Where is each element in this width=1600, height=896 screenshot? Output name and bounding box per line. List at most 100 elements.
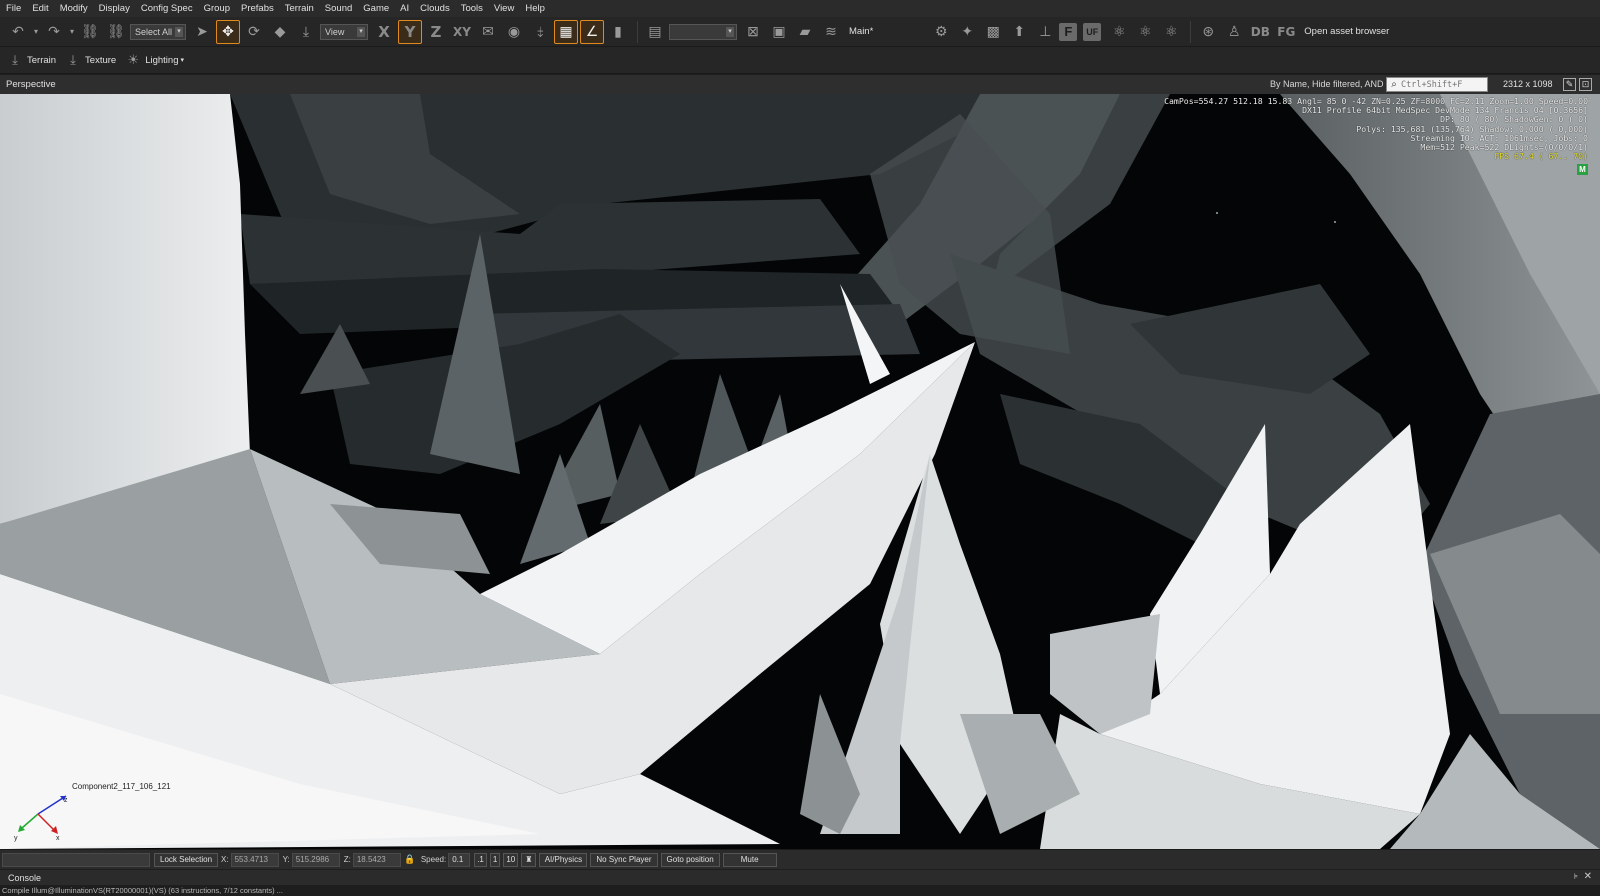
speed-preset-10[interactable]: 10: [503, 852, 519, 867]
search-filter-mode[interactable]: By Name, Hide filtered, AND: [1270, 79, 1384, 89]
menu-item-prefabs[interactable]: Prefabs: [241, 3, 274, 14]
view-combo-label: View: [325, 26, 345, 37]
vertical-ruler-icon[interactable]: ▮: [606, 20, 630, 44]
angle-snap-icon[interactable]: ∠: [580, 19, 604, 44]
export-icon[interactable]: ⬆: [1007, 20, 1031, 44]
viewport-title[interactable]: Perspective: [6, 79, 56, 90]
coordinate-system-combo[interactable]: View ▾: [320, 23, 368, 40]
menu-item-group[interactable]: Group: [204, 3, 230, 14]
mute-button[interactable]: Mute: [722, 852, 777, 867]
no-sync-player-button[interactable]: No Sync Player: [590, 852, 658, 867]
grid-snap-icon[interactable]: ▦: [554, 19, 578, 44]
terrain-snap-icon[interactable]: ✉: [476, 20, 500, 44]
menu-bar: File Edit Modify Display Config Spec Group Pre…: [0, 0, 1600, 17]
terrain-tool-button[interactable]: ⤓ Terrain: [6, 51, 56, 69]
menu-item-ai[interactable]: AI: [400, 3, 409, 14]
close-icon[interactable]: ✕: [1584, 871, 1592, 882]
open-asset-browser-button[interactable]: Open asset browser: [1304, 26, 1389, 37]
pin-icon[interactable]: ⊧: [1574, 872, 1578, 881]
axis-x-button[interactable]: X: [372, 20, 396, 44]
lifebuoy-icon[interactable]: ⊛: [1196, 20, 1220, 44]
texture-label: Texture: [85, 54, 117, 66]
texture-tool-button[interactable]: ⤓ Texture: [64, 51, 116, 69]
search-input[interactable]: [1401, 79, 1485, 90]
viewport-options-icon[interactable]: ✎: [1563, 78, 1576, 91]
simulate-icon[interactable]: ✦: [955, 20, 979, 44]
lighting-tool-button[interactable]: ☀ Lighting ▾: [124, 51, 184, 69]
m-badge: M: [1577, 164, 1588, 175]
speed-preset-1[interactable]: 1: [489, 852, 501, 867]
remove-selection-icon[interactable]: ⊠: [741, 20, 765, 44]
axis-xy-button[interactable]: XY: [450, 20, 474, 44]
database-button[interactable]: DB: [1248, 20, 1272, 44]
flowgraph-f-button[interactable]: F: [1059, 22, 1078, 41]
menu-item-game[interactable]: Game: [363, 3, 389, 14]
atom-settings-icon[interactable]: ⚛: [1133, 20, 1157, 44]
menu-item-tools[interactable]: Tools: [461, 3, 483, 14]
menu-item-modify[interactable]: Modify: [60, 3, 88, 14]
goto-position-button[interactable]: Goto position: [660, 852, 720, 867]
lock-selection-button[interactable]: Lock Selection: [154, 852, 219, 867]
object-snap-icon[interactable]: ◉: [502, 20, 526, 44]
z-coord-field[interactable]: 18.5423: [352, 852, 401, 867]
physics-icon[interactable]: ⚙: [929, 20, 953, 44]
axis-gizmo: z y x Component2_117_106_121: [8, 782, 171, 842]
menu-item-sound[interactable]: Sound: [325, 3, 352, 14]
menu-item-display[interactable]: Display: [99, 3, 130, 14]
secondary-toolbar: ⤓ Terrain ⤓ Texture ☀ Lighting ▾: [0, 47, 1600, 74]
ruler-icon[interactable]: ⤈: [528, 20, 552, 44]
rotate-icon[interactable]: ⟳: [242, 20, 266, 44]
terrain-collision-icon[interactable]: ♜: [521, 852, 537, 867]
speed-preset-01[interactable]: .1: [474, 852, 487, 867]
unlink-icon[interactable]: ⛓: [104, 20, 128, 44]
graph-icon[interactable]: ⊥: [1033, 20, 1057, 44]
character-icon[interactable]: ♙: [1222, 20, 1246, 44]
scale-icon[interactable]: ◆: [268, 20, 292, 44]
speed-field[interactable]: 0.1: [448, 852, 471, 867]
select-all-combo[interactable]: Select All ▾: [130, 23, 186, 40]
menu-item-file[interactable]: File: [6, 3, 21, 14]
menu-item-help[interactable]: Help: [525, 3, 545, 14]
menu-item-edit[interactable]: Edit: [32, 3, 48, 14]
place-on-ground-icon[interactable]: ⤓: [294, 20, 318, 44]
undo-dropdown-icon[interactable]: ▾: [32, 20, 40, 44]
lock-icon[interactable]: 🔒: [404, 854, 415, 866]
current-layer-label[interactable]: Main*: [849, 26, 873, 37]
menu-item-config-spec[interactable]: Config Spec: [141, 3, 193, 14]
terrain-label: Terrain: [27, 54, 57, 66]
y-coord-field[interactable]: 515.2986: [291, 852, 340, 867]
x-coord-field[interactable]: 553.4713: [230, 852, 279, 867]
scene-render: [0, 94, 1600, 849]
material-icon[interactable]: ▩: [981, 20, 1005, 44]
search-box[interactable]: ⌕: [1386, 77, 1488, 92]
link-icon[interactable]: ⛓: [78, 20, 102, 44]
search-icon: ⌕: [1391, 79, 1397, 90]
move-icon[interactable]: ✥: [216, 19, 240, 44]
viewport-maximize-icon[interactable]: ⊡: [1579, 78, 1592, 91]
selection-list-icon[interactable]: ▤: [643, 20, 667, 44]
select-arrow-icon[interactable]: ➤: [190, 20, 214, 44]
terrain-icon: ⤓: [12, 52, 18, 67]
named-selection-combo[interactable]: ▾: [669, 23, 737, 40]
axis-z-button[interactable]: Z: [424, 20, 448, 44]
redo-icon[interactable]: ↷: [42, 20, 66, 44]
axis-y-button[interactable]: Y: [398, 19, 422, 44]
ui-flowgraph-button[interactable]: UF: [1083, 22, 1102, 41]
perspective-viewport[interactable]: CamPos=554.27 512.18 15.83 Angl= 85 0 -4…: [0, 94, 1600, 849]
viewport-resolution: 2312 x 1098: [1503, 79, 1553, 89]
lighting-label: Lighting: [145, 54, 179, 66]
chevron-down-icon: ▾: [175, 26, 183, 37]
ai-physics-button[interactable]: AI/Physics: [539, 852, 588, 867]
undo-icon[interactable]: ↶: [6, 20, 30, 44]
menu-item-view[interactable]: View: [494, 3, 514, 14]
menu-item-clouds[interactable]: Clouds: [420, 3, 450, 14]
speed-label: Speed:: [420, 855, 447, 864]
load-selection-icon[interactable]: ▰: [793, 20, 817, 44]
atom-dropdown-icon[interactable]: ⚛: [1159, 20, 1183, 44]
menu-item-terrain[interactable]: Terrain: [285, 3, 314, 14]
redo-dropdown-icon[interactable]: ▾: [68, 20, 76, 44]
save-selection-icon[interactable]: ▣: [767, 20, 791, 44]
facial-editor-button[interactable]: FG: [1274, 20, 1298, 44]
layers-icon[interactable]: ≋: [819, 20, 843, 44]
atom-icon[interactable]: ⚛: [1107, 20, 1131, 44]
